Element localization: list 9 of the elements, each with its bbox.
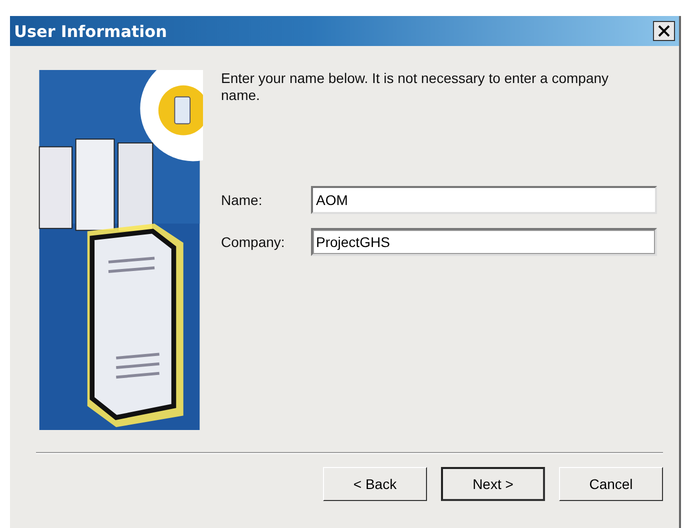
window-title: User Information bbox=[14, 22, 167, 40]
text-field[interactable]: AOM bbox=[311, 186, 657, 214]
dialog-button[interactable]: Next > bbox=[441, 467, 545, 501]
dialog-button[interactable]: < Back bbox=[323, 467, 427, 501]
field-label: Name: bbox=[221, 192, 264, 208]
field-label: Company: bbox=[221, 234, 286, 250]
text-field[interactable]: ProjectGHS bbox=[311, 228, 657, 256]
dialog-button[interactable]: Cancel bbox=[559, 467, 663, 501]
instruction-text: Enter your name below. It is not necessary to enter a company name. bbox=[221, 70, 610, 104]
